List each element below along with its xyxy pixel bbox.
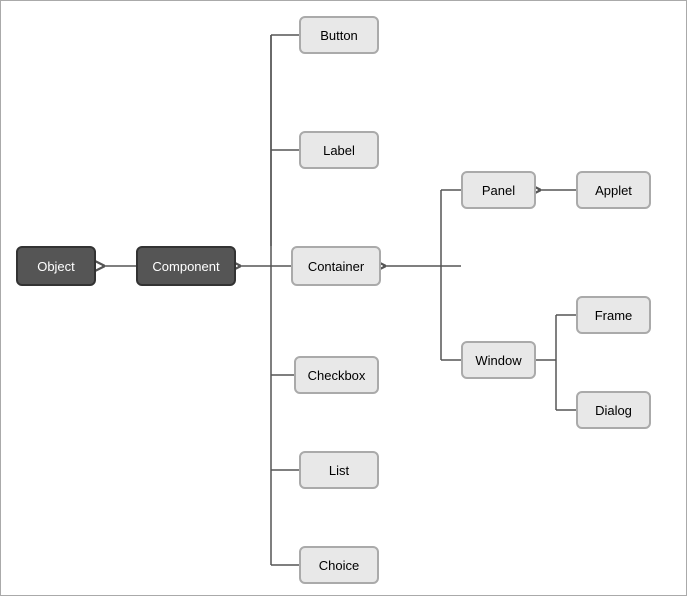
node-panel: Panel [461,171,536,209]
node-list: List [299,451,379,489]
node-label: Label [299,131,379,169]
node-button: Button [299,16,379,54]
node-container: Container [291,246,381,286]
node-object: Object [16,246,96,286]
node-checkbox: Checkbox [294,356,379,394]
node-component: Component [136,246,236,286]
node-dialog: Dialog [576,391,651,429]
node-window: Window [461,341,536,379]
diagram: Object Component Button Label Container … [0,0,687,596]
node-applet: Applet [576,171,651,209]
node-frame: Frame [576,296,651,334]
node-choice: Choice [299,546,379,584]
